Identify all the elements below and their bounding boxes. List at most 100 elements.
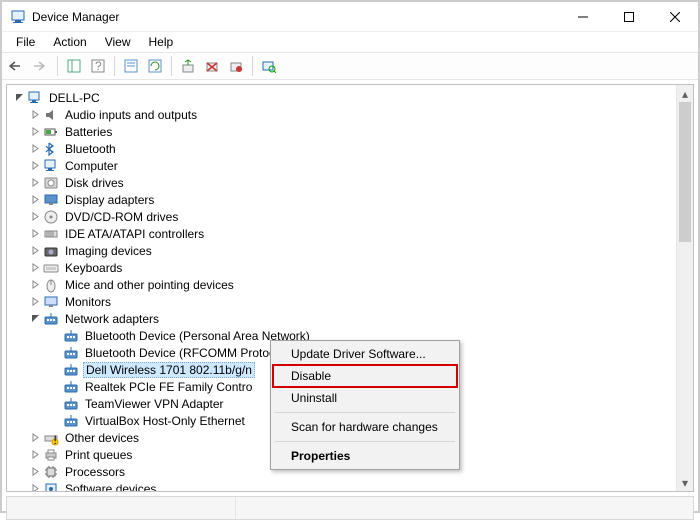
tree-label: Display adapters bbox=[63, 193, 156, 207]
tree-node-cat-8[interactable]: Imaging devices bbox=[11, 242, 676, 259]
maximize-button[interactable] bbox=[606, 2, 652, 32]
toolbar-scan-hardware[interactable] bbox=[258, 55, 280, 77]
forward-button[interactable] bbox=[30, 55, 52, 77]
tree-node-cat-1[interactable]: Batteries bbox=[11, 123, 676, 140]
ctx-scan[interactable]: Scan for hardware changes bbox=[273, 416, 457, 438]
tree-node-cat-9[interactable]: Keyboards bbox=[11, 259, 676, 276]
tree-label: Keyboards bbox=[63, 261, 124, 275]
tree-label: Software devices bbox=[63, 482, 158, 492]
toolbar-help[interactable]: ? bbox=[87, 55, 109, 77]
expand-placeholder bbox=[49, 380, 62, 393]
toolbar-properties[interactable] bbox=[120, 55, 142, 77]
toolbar-update-driver[interactable] bbox=[177, 55, 199, 77]
imaging-icon bbox=[43, 243, 59, 259]
network-icon bbox=[63, 362, 79, 378]
titlebar: Device Manager bbox=[2, 2, 698, 32]
tree-label: DELL-PC bbox=[47, 91, 102, 105]
ctx-uninstall[interactable]: Uninstall bbox=[273, 387, 457, 409]
expand-icon[interactable] bbox=[29, 278, 42, 291]
expand-icon[interactable] bbox=[29, 142, 42, 155]
tree-node-cat-7[interactable]: IDE ATA/ATAPI controllers bbox=[11, 225, 676, 242]
toolbar-uninstall[interactable] bbox=[201, 55, 223, 77]
app-icon bbox=[10, 9, 26, 25]
expand-icon[interactable] bbox=[29, 431, 42, 444]
ctx-separator bbox=[275, 412, 455, 413]
expand-icon[interactable] bbox=[29, 448, 42, 461]
ctx-disable[interactable]: Disable bbox=[273, 365, 457, 387]
tree-node-cat-3[interactable]: Computer bbox=[11, 157, 676, 174]
expand-placeholder bbox=[49, 346, 62, 359]
menu-view[interactable]: View bbox=[97, 33, 139, 51]
tree-label: Batteries bbox=[63, 125, 114, 139]
expand-icon[interactable] bbox=[29, 295, 42, 308]
tree-node-cat-5[interactable]: Display adapters bbox=[11, 191, 676, 208]
expand-icon[interactable] bbox=[29, 227, 42, 240]
tree-label: Other devices bbox=[63, 431, 141, 445]
status-pane bbox=[7, 497, 236, 519]
cpu-icon bbox=[43, 464, 59, 480]
menubar: File Action View Help bbox=[2, 32, 698, 52]
collapse-icon[interactable] bbox=[29, 312, 42, 325]
computer-icon bbox=[27, 90, 43, 106]
tree-node-cat-4[interactable]: Disk drives bbox=[11, 174, 676, 191]
expand-icon[interactable] bbox=[29, 176, 42, 189]
scroll-up-icon[interactable]: ▴ bbox=[677, 85, 693, 102]
network-icon bbox=[63, 396, 79, 412]
keyboard-icon bbox=[43, 260, 59, 276]
expand-placeholder bbox=[49, 363, 62, 376]
expand-icon[interactable] bbox=[29, 465, 42, 478]
back-button[interactable] bbox=[6, 55, 28, 77]
menu-help[interactable]: Help bbox=[141, 33, 182, 51]
tree-node-root[interactable]: DELL-PC bbox=[11, 89, 676, 106]
tree-node-cat-12[interactable]: Network adapters bbox=[11, 310, 676, 327]
toolbar-separator bbox=[57, 56, 58, 76]
ctx-separator bbox=[275, 441, 455, 442]
window-title: Device Manager bbox=[32, 10, 560, 24]
collapse-icon[interactable] bbox=[13, 91, 26, 104]
ctx-properties[interactable]: Properties bbox=[273, 445, 457, 467]
scrollbar[interactable]: ▴ ▾ bbox=[676, 85, 693, 491]
ide-icon bbox=[43, 226, 59, 242]
expand-icon[interactable] bbox=[29, 261, 42, 274]
tree-node-cat-11[interactable]: Monitors bbox=[11, 293, 676, 310]
toolbar-refresh[interactable] bbox=[144, 55, 166, 77]
expand-icon[interactable] bbox=[29, 108, 42, 121]
expand-placeholder bbox=[49, 329, 62, 342]
expand-icon[interactable] bbox=[29, 159, 42, 172]
tree-label: VirtualBox Host-Only Ethernet bbox=[83, 414, 247, 428]
tree-label: Processors bbox=[63, 465, 127, 479]
toolbar-separator bbox=[114, 56, 115, 76]
menu-file[interactable]: File bbox=[8, 33, 43, 51]
toolbar-separator bbox=[252, 56, 253, 76]
tree-node-cat-6[interactable]: DVD/CD-ROM drives bbox=[11, 208, 676, 225]
other-icon: ! bbox=[43, 430, 59, 446]
monitor-icon bbox=[43, 294, 59, 310]
network-icon bbox=[63, 328, 79, 344]
tree-node-cat-10[interactable]: Mice and other pointing devices bbox=[11, 276, 676, 293]
tree-label: Disk drives bbox=[63, 176, 126, 190]
close-button[interactable] bbox=[652, 2, 698, 32]
tree-node-cat-2[interactable]: Bluetooth bbox=[11, 140, 676, 157]
expand-icon[interactable] bbox=[29, 125, 42, 138]
menu-action[interactable]: Action bbox=[45, 33, 94, 51]
scroll-down-icon[interactable]: ▾ bbox=[677, 474, 693, 491]
tree-node-cat-0[interactable]: Audio inputs and outputs bbox=[11, 106, 676, 123]
toolbar-show-hide-tree[interactable] bbox=[63, 55, 85, 77]
expand-icon[interactable] bbox=[29, 482, 42, 491]
tree-node-cat-16[interactable]: Software devices bbox=[11, 480, 676, 491]
status-pane bbox=[236, 497, 693, 519]
ctx-update-driver[interactable]: Update Driver Software... bbox=[273, 343, 457, 365]
scroll-thumb[interactable] bbox=[679, 102, 691, 242]
cd-icon bbox=[43, 209, 59, 225]
expand-placeholder bbox=[49, 397, 62, 410]
tree-label: Imaging devices bbox=[63, 244, 154, 258]
expand-placeholder bbox=[49, 414, 62, 427]
tree-label: Bluetooth bbox=[63, 142, 118, 156]
expand-icon[interactable] bbox=[29, 244, 42, 257]
expand-icon[interactable] bbox=[29, 210, 42, 223]
toolbar-disable[interactable] bbox=[225, 55, 247, 77]
tree-label: IDE ATA/ATAPI controllers bbox=[63, 227, 206, 241]
network-icon bbox=[63, 345, 79, 361]
expand-icon[interactable] bbox=[29, 193, 42, 206]
minimize-button[interactable] bbox=[560, 2, 606, 32]
